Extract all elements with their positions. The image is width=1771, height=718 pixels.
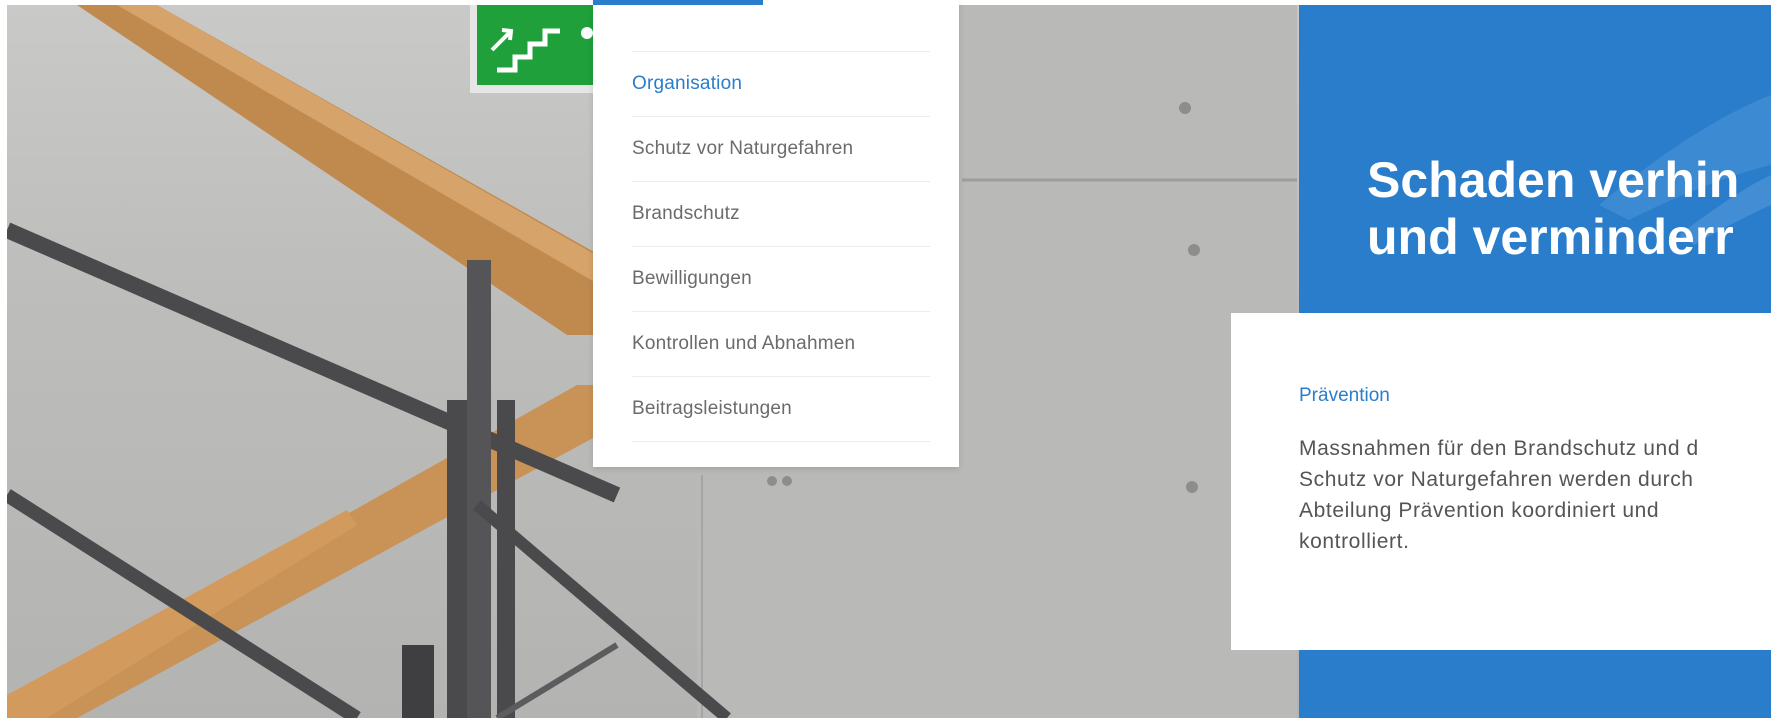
- emergency-exit-stairs-icon: [470, 5, 610, 93]
- menu-item-kontrollen-und-abnahmen[interactable]: Kontrollen und Abnahmen: [632, 312, 930, 377]
- info-description-line: kontrolliert.: [1299, 530, 1410, 553]
- info-description-line: Schutz vor Naturgefahren werden durch: [1299, 468, 1694, 491]
- info-card: Prävention Massnahmen für den Brandschut…: [1231, 313, 1771, 650]
- info-description: Massnahmen für den Brandschutz und d Sch…: [1299, 433, 1771, 557]
- hero-headline: Schaden verhin und verminderr: [1367, 152, 1771, 266]
- info-description-line: Abteilung Prävention koordiniert und: [1299, 499, 1660, 522]
- info-category-label[interactable]: Prävention: [1299, 385, 1390, 407]
- menu-list: Organisation Schutz vor Naturgefahren Br…: [632, 51, 930, 442]
- menu-item-brandschutz[interactable]: Brandschutz: [632, 182, 930, 247]
- menu-item-organisation[interactable]: Organisation: [632, 52, 930, 117]
- dropdown-accent-bar: [593, 0, 763, 5]
- hero-headline-line-1: Schaden verhin: [1367, 152, 1740, 208]
- info-description-line: Massnahmen für den Brandschutz und d: [1299, 437, 1699, 460]
- menu-item-schutz-vor-naturgefahren[interactable]: Schutz vor Naturgefahren: [632, 117, 930, 182]
- navigation-dropdown-menu: Organisation Schutz vor Naturgefahren Br…: [593, 0, 959, 467]
- menu-item-beitragsleistungen[interactable]: Beitragsleistungen: [632, 377, 930, 442]
- menu-item-bewilligungen[interactable]: Bewilligungen: [632, 247, 930, 312]
- hero-headline-line-2: und verminderr: [1367, 209, 1734, 265]
